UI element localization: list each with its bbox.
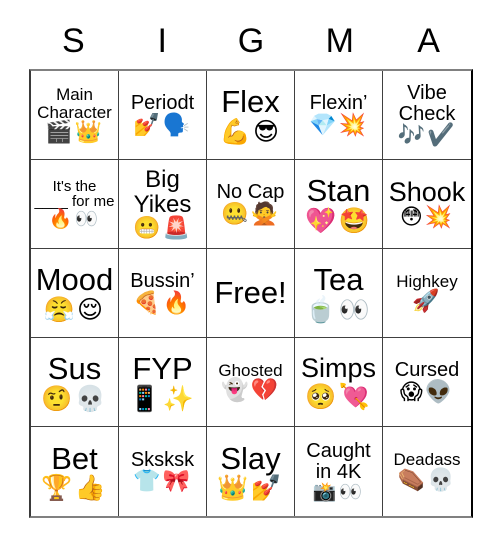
bingo-cell-label: Highkey: [396, 271, 458, 291]
bingo-cell-emoji-icon: 📱✨: [129, 383, 196, 413]
bingo-cell-emoji-icon: 🥺💘: [305, 381, 372, 411]
bingo-cell-label: Bet: [51, 440, 98, 476]
bingo-cell-emoji-icon: 💖🤩: [305, 205, 372, 235]
bingo-cell-emoji-icon: 💅🗣️: [133, 112, 192, 138]
bingo-cell-label: Flex: [221, 84, 280, 120]
bingo-cell-r1c4[interactable]: Flexin’ 💎💥: [295, 71, 383, 160]
bingo-cell-emoji-icon: 😤😌: [43, 294, 106, 324]
bingo-header-letter-2: I: [157, 22, 167, 60]
bingo-cell-r1c2[interactable]: Periodt 💅🗣️: [119, 71, 207, 160]
bingo-cell-label: Simps: [300, 353, 376, 384]
bingo-card: SIGMA Main Character 🎬👑 Periodt 💅🗣️ Flex 💪😎 Fl…: [0, 0, 500, 544]
bingo-cell-r5c3[interactable]: Slay 👑💅: [207, 427, 295, 516]
bingo-cell-emoji-icon: 🍵👀: [305, 294, 372, 324]
bingo-cell-r3c2[interactable]: Bussin’ 🍕🔥: [119, 249, 207, 338]
bingo-cell-label: Flexin’: [309, 92, 368, 115]
bingo-cell-emoji-icon: 🍕🔥: [133, 290, 192, 316]
bingo-cell-r1c5[interactable]: Vibe Check 🎶✔️: [383, 71, 471, 160]
bingo-cell-label: Cursed: [394, 359, 460, 382]
bingo-cell-emoji-icon: 😬🚨: [133, 216, 192, 242]
bingo-cell-emoji-icon: 🎶✔️: [397, 123, 457, 149]
bingo-cell-r4c2[interactable]: FYP 📱✨: [119, 338, 207, 427]
bingo-cell-r2c3[interactable]: No Cap 🤐🙅: [207, 160, 295, 249]
bingo-cell-label: Stan: [306, 173, 371, 209]
bingo-cell-emoji-icon: 😱👽: [399, 379, 455, 405]
bingo-cell-label: Bussin’: [130, 270, 195, 293]
bingo-cell-emoji-icon: 🤨💀: [41, 383, 108, 413]
bingo-cell-emoji-icon: 🔥👀: [48, 208, 101, 231]
bingo-cell-label: Mood: [35, 262, 114, 298]
bingo-cell-label: Shook: [388, 176, 466, 207]
bingo-cell-label: Ghosted: [218, 360, 283, 380]
bingo-cell-emoji-icon: 👕🎀: [133, 469, 192, 495]
bingo-cell-emoji-icon: 👑💅: [217, 473, 284, 503]
bingo-cell-emoji-icon: 💪😎: [219, 116, 282, 146]
bingo-cell-label: It's the ____ for me: [34, 177, 115, 210]
bingo-header-letter-3: G: [237, 22, 265, 60]
bingo-cell-emoji-icon: 😳💥: [399, 205, 455, 231]
bingo-cell-emoji-icon: 🚀: [412, 289, 442, 315]
bingo-cell-emoji-icon: 👻💔: [221, 378, 280, 404]
bingo-cell-r4c4[interactable]: Simps 🥺💘: [295, 338, 383, 427]
bingo-cell-label: Periodt: [130, 92, 195, 115]
bingo-cell-emoji-icon: 📸👀: [312, 481, 365, 504]
bingo-cell-label: No Cap: [216, 181, 285, 204]
bingo-cell-r1c3[interactable]: Flex 💪😎: [207, 71, 295, 160]
bingo-cell-r2c5[interactable]: Shook 😳💥: [383, 160, 471, 249]
bingo-cell-r1c1[interactable]: Main Character 🎬👑: [31, 71, 119, 160]
bingo-cell-r3c1[interactable]: Mood 😤😌: [31, 249, 119, 338]
bingo-cell-r2c1[interactable]: It's the ____ for me 🔥👀: [31, 160, 119, 249]
bingo-cell-r4c1[interactable]: Sus 🤨💀: [31, 338, 119, 427]
bingo-cell-label: Free!: [214, 275, 287, 311]
bingo-cell-r5c2[interactable]: Sksksk 👕🎀: [119, 427, 207, 516]
bingo-cell-r5c5[interactable]: Deadass ⚰️💀: [383, 427, 471, 516]
bingo-header: SIGMA: [29, 16, 473, 66]
bingo-cell-emoji-icon: 💎💥: [309, 112, 368, 138]
bingo-cell-r3c5[interactable]: Highkey 🚀: [383, 249, 471, 338]
bingo-cell-label: Deadass: [393, 450, 461, 470]
bingo-cell-r4c5[interactable]: Cursed 😱👽: [383, 338, 471, 427]
bingo-cell-r5c1[interactable]: Bet 🏆👍: [31, 427, 119, 516]
bingo-cell-label: Sksksk: [130, 448, 195, 471]
bingo-cell-r4c3[interactable]: Ghosted 👻💔: [207, 338, 295, 427]
bingo-grid: Main Character 🎬👑 Periodt 💅🗣️ Flex 💪😎 Flexin’ 💎…: [29, 69, 473, 518]
bingo-cell-emoji-icon: 🏆👍: [41, 473, 108, 503]
bingo-cell-label: Big Yikes: [133, 165, 192, 218]
bingo-cell-label: Caught in 4K: [306, 439, 371, 483]
bingo-cell-label: FYP: [132, 351, 193, 387]
bingo-cell-label: Sus: [47, 351, 102, 387]
bingo-cell-r5c4[interactable]: Caught in 4K 📸👀: [295, 427, 383, 516]
bingo-cell-label: Main Character: [37, 85, 112, 122]
bingo-cell-label: Tea: [313, 262, 364, 298]
bingo-cell-r3c4[interactable]: Tea 🍵👀: [295, 249, 383, 338]
bingo-cell-emoji-icon: 🤐🙅: [221, 201, 280, 227]
bingo-header-letter-1: S: [62, 22, 85, 60]
bingo-cell-label: Vibe Check: [398, 81, 456, 125]
bingo-cell-r2c4[interactable]: Stan 💖🤩: [295, 160, 383, 249]
bingo-cell-r3c3[interactable]: Free!: [207, 249, 295, 338]
bingo-header-letter-5: A: [417, 22, 440, 60]
bingo-header-letter-4: M: [325, 22, 354, 60]
bingo-cell-emoji-icon: ⚰️💀: [397, 467, 457, 493]
bingo-cell-r2c2[interactable]: Big Yikes 😬🚨: [119, 160, 207, 249]
bingo-cell-emoji-icon: 🎬👑: [45, 120, 104, 145]
bingo-cell-label: Slay: [220, 440, 281, 476]
